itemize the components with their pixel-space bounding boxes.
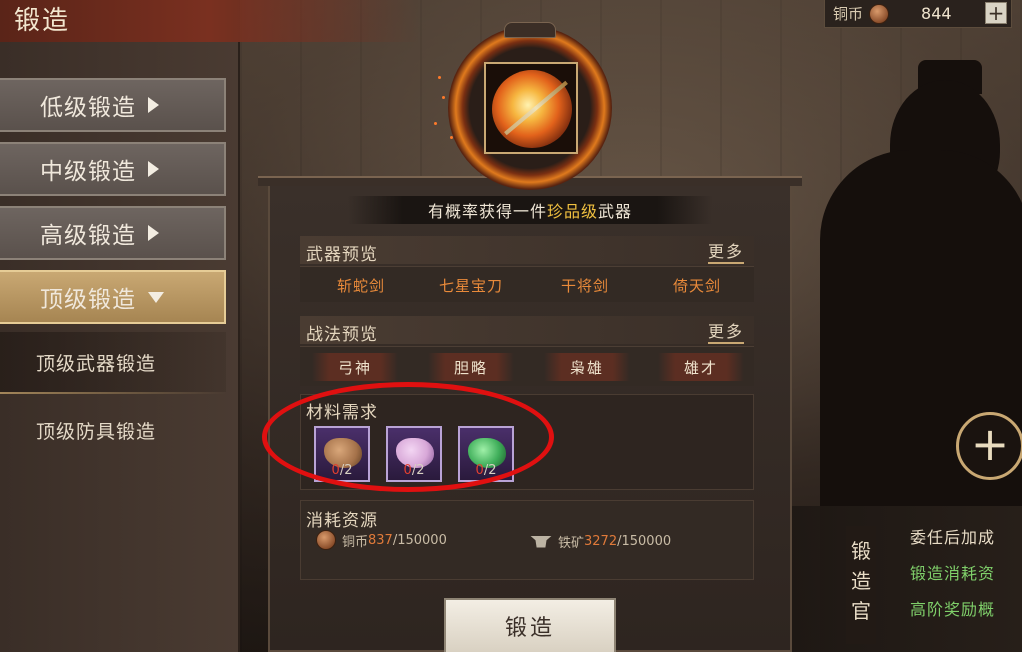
sidebar-item-label: 低级锻造 (40, 95, 136, 121)
officer-tag-char: 锻 (851, 539, 871, 563)
banner-text: 有概率获得一件 (427, 202, 547, 221)
subitem-top-armor-forge[interactable]: 顶级防具锻造 (0, 400, 226, 460)
officer-tag-char: 官 (851, 599, 871, 623)
sidebar-item-low-forge[interactable]: 低级锻造 (0, 78, 226, 132)
spark (442, 96, 445, 99)
iron-cost-total: /150000 (617, 534, 672, 549)
iron-cost: 铁矿 3272 /150000 (530, 532, 671, 551)
officer-bonus-line: 高阶奖励概 (910, 600, 996, 619)
currency-label: 铜币 (833, 5, 864, 23)
iron-cost-current: 3272 (584, 534, 618, 549)
subitem-top-weapon-forge[interactable]: 顶级武器锻造 (0, 332, 226, 392)
add-currency-button[interactable]: + (985, 2, 1007, 24)
strategy-item[interactable]: 枭雄 (544, 353, 630, 381)
arrow-right-icon (148, 97, 159, 113)
arrow-right-icon (148, 225, 159, 241)
officer-bonus-line: 锻造消耗资 (910, 564, 996, 583)
strategy-preview-title: 战法预览 (306, 325, 378, 345)
weapon-item[interactable]: 倚天剑 (650, 267, 744, 303)
strategy-list: 弓神 胆略 枭雄 雄才 (300, 346, 754, 386)
copper-coin-icon (869, 3, 890, 24)
weapon-medallion (434, 22, 620, 190)
weapon-more-link[interactable]: 更多 (708, 238, 745, 264)
weapon-preview-title: 武器预览 (306, 245, 378, 265)
spark (434, 122, 437, 125)
arrow-down-icon (148, 291, 164, 303)
banner-text: 武器 (598, 202, 633, 221)
highlight-annotation (262, 382, 554, 492)
iron-cost-label: 铁矿 (558, 536, 585, 551)
weapon-list: 斩蛇剑 七星宝刀 干将剑 倚天剑 (300, 266, 754, 302)
strategy-item[interactable]: 弓神 (312, 353, 398, 381)
page-title: 锻造 (14, 6, 71, 36)
copper-cost-total: /150000 (392, 532, 447, 548)
sidebar-item-label: 中级锻造 (40, 159, 136, 185)
anvil-icon (530, 535, 552, 548)
consume-title: 消耗资源 (306, 511, 378, 531)
officer-bonus-line: 委任后加成 (910, 528, 996, 547)
weapon-item[interactable]: 斩蛇剑 (314, 267, 408, 303)
strategy-item[interactable]: 胆略 (428, 353, 514, 381)
weapon-preview-image[interactable] (484, 62, 578, 154)
officer-tag-char: 造 (851, 569, 871, 593)
copper-cost-current: 837 (368, 532, 393, 548)
copper-coin-icon (316, 530, 336, 550)
divider (0, 392, 226, 394)
forge-button[interactable]: 锻造 (444, 598, 616, 652)
currency-display: 铜币 844 + (824, 0, 1012, 28)
sidebar-item-label: 顶级锻造 (40, 287, 136, 313)
sidebar: 低级锻造 中级锻造 高级锻造 顶级锻造 顶级武器锻造 顶级防具锻造 (0, 42, 240, 652)
title-bar: 锻造 (0, 0, 420, 42)
strategy-item[interactable]: 雄才 (658, 353, 744, 381)
spark (450, 136, 453, 139)
sidebar-item-high-forge[interactable]: 高级锻造 (0, 206, 226, 260)
forge-officer-tag: 锻 造 官 (846, 526, 876, 644)
copper-cost: 铜币 837 /150000 (316, 530, 447, 550)
copper-cost-label: 铜币 (342, 534, 369, 550)
weapon-item[interactable]: 七星宝刀 (424, 267, 518, 303)
ornament (504, 22, 556, 38)
spark (438, 76, 441, 79)
add-officer-button[interactable]: + (956, 412, 1022, 480)
forge-chance-banner: 有概率获得一件 珍品级 武器 (348, 196, 712, 224)
arrow-right-icon (148, 161, 159, 177)
sidebar-item-label: 高级锻造 (40, 223, 136, 249)
strategy-more-link[interactable]: 更多 (708, 318, 745, 344)
weapon-item[interactable]: 干将剑 (538, 267, 632, 303)
sidebar-item-top-forge[interactable]: 顶级锻造 (0, 270, 226, 324)
sidebar-item-mid-forge[interactable]: 中级锻造 (0, 142, 226, 196)
banner-highlight: 珍品级 (546, 202, 598, 221)
currency-amount: 844 (921, 4, 952, 23)
